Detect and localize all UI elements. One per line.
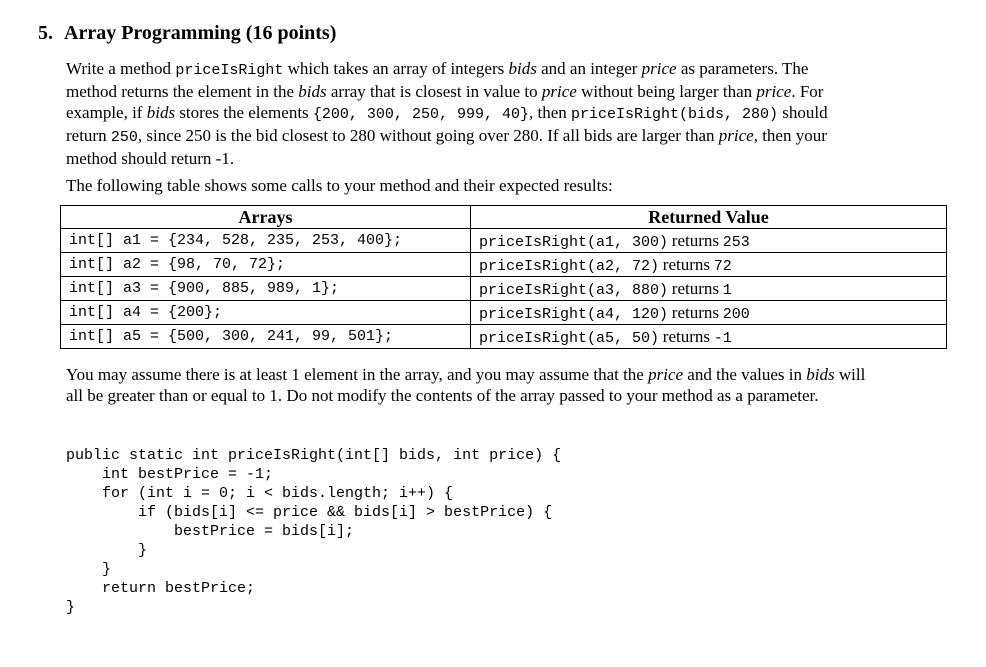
table-row: int[] a4 = {200}; priceIsRight(a4, 120) …: [60, 300, 947, 325]
code-line: }: [66, 542, 148, 559]
array-cell: int[] a3 = {900, 885, 989, 1};: [60, 276, 471, 301]
solution-code: public static int priceIsRight(int[] bid…: [66, 446, 561, 617]
code-line: bestPrice = bids[i];: [66, 523, 355, 540]
array-cell: int[] a4 = {200};: [60, 300, 471, 325]
code-line: }: [66, 599, 76, 616]
problem-description: Write a method priceIsRight which takes …: [66, 58, 946, 169]
array-cell: int[] a1 = {234, 528, 235, 253, 400};: [60, 228, 471, 253]
code-line: int bestPrice = -1;: [66, 466, 274, 483]
array-cell: int[] a5 = {500, 300, 241, 99, 501};: [60, 324, 471, 349]
table-intro: The following table shows some calls to …: [66, 176, 613, 195]
table-row: int[] a2 = {98, 70, 72}; priceIsRight(a2…: [60, 252, 947, 277]
examples-table: Arrays Returned Value int[] a1 = {234, 5…: [60, 205, 947, 349]
header-returned-value: Returned Value: [470, 205, 947, 229]
table-row: int[] a5 = {500, 300, 241, 99, 501}; pri…: [60, 324, 947, 349]
array-cell: int[] a2 = {98, 70, 72};: [60, 252, 471, 277]
return-cell: priceIsRight(a5, 50) returns -1: [470, 324, 947, 349]
description-line-5: method should return -1.: [66, 149, 235, 168]
description-line-3: example, if bids stores the elements {20…: [66, 103, 828, 123]
code-line: public static int priceIsRight(int[] bid…: [66, 447, 562, 464]
return-cell: priceIsRight(a1, 300) returns 253: [470, 228, 947, 253]
description-line-1: Write a method priceIsRight which takes …: [66, 59, 809, 79]
question-number: 5.: [38, 22, 53, 44]
header-arrays: Arrays: [60, 205, 471, 229]
code-line: if (bids[i] <= price && bids[i] > bestPr…: [66, 504, 553, 521]
code-line: return bestPrice;: [66, 580, 256, 597]
table-row: int[] a1 = {234, 528, 235, 253, 400}; pr…: [60, 228, 947, 253]
return-cell: priceIsRight(a3, 880) returns 1: [470, 276, 947, 301]
table-header-row: Arrays Returned Value: [60, 205, 947, 229]
question-heading: 5. Array Programming (16 points): [38, 22, 336, 45]
table-row: int[] a3 = {900, 885, 989, 1}; priceIsRi…: [60, 276, 947, 301]
assumptions: You may assume there is at least 1 eleme…: [66, 364, 946, 406]
code-line: }: [66, 561, 112, 578]
return-cell: priceIsRight(a4, 120) returns 200: [470, 300, 947, 325]
description-line-2: method returns the element in the bids a…: [66, 82, 824, 101]
description-line-4: return 250, since 250 is the bid closest…: [66, 126, 827, 146]
assumption-line-2: all be greater than or equal to 1. Do no…: [66, 386, 819, 405]
return-cell: priceIsRight(a2, 72) returns 72: [470, 252, 947, 277]
question-title: Array Programming (16 points): [64, 22, 337, 44]
code-line: for (int i = 0; i < bids.length; i++) {: [66, 485, 454, 502]
assumption-line-1: You may assume there is at least 1 eleme…: [66, 365, 866, 384]
